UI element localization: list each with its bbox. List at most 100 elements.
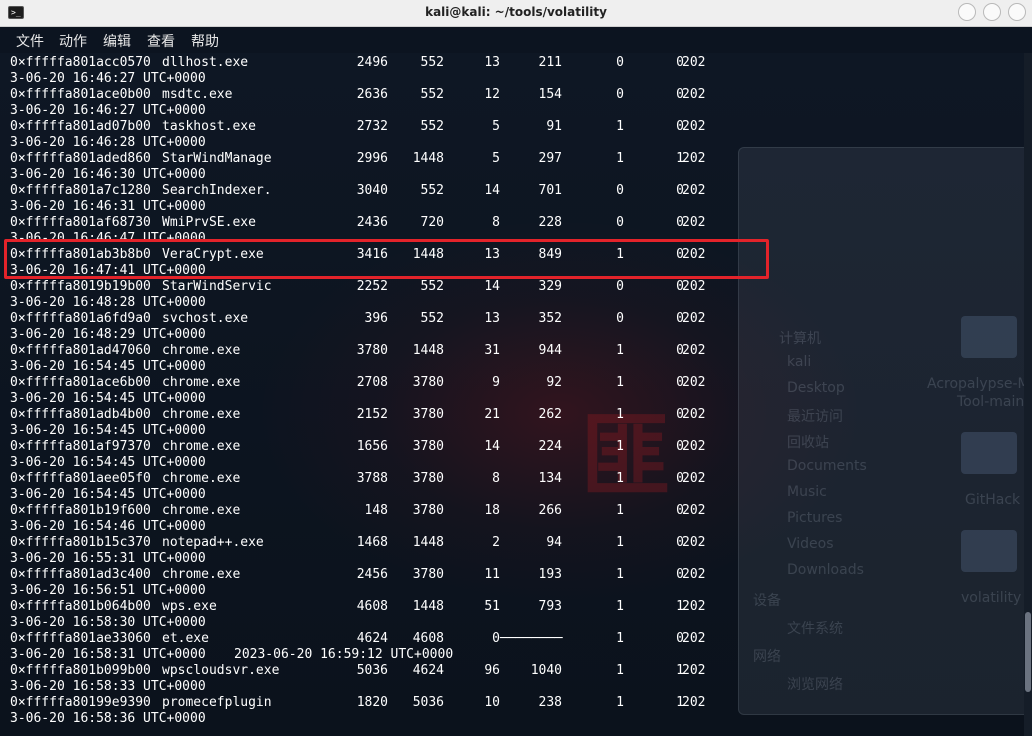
process-name: chrome.exe: [162, 407, 241, 422]
process-start-time: 3-06-20 16:55:31 UTC+0000: [10, 551, 206, 566]
process-pid: 2496: [356, 55, 388, 70]
window-title: kali@kali: ~/tools/volatility: [425, 5, 607, 19]
process-threads: 5: [492, 151, 500, 166]
process-start-prefix: 202: [682, 407, 706, 422]
process-threads: 0: [492, 631, 500, 646]
process-session: 1: [616, 375, 624, 390]
process-start-prefix: 202: [682, 215, 706, 230]
process-threads: 14: [484, 183, 500, 198]
process-handles: 352: [538, 311, 562, 326]
process-handles: 211: [538, 55, 562, 70]
process-handles: 92: [546, 375, 562, 390]
process-wow64: 0: [676, 375, 684, 390]
process-wow64: 0: [676, 215, 684, 230]
bg-device-item: 文件系统: [787, 621, 843, 637]
process-offset: 0×fffffa801ace6b00: [10, 375, 151, 390]
process-threads: 13: [484, 311, 500, 326]
bg-sidebar-item: Desktop: [787, 380, 845, 396]
process-wow64: 0: [676, 311, 684, 326]
bg-folder-label: GitHack: [965, 492, 1021, 508]
process-threads: 51: [484, 599, 500, 614]
process-ppid: 552: [420, 55, 444, 70]
process-threads: 14: [484, 279, 500, 294]
maximize-button[interactable]: [983, 3, 1001, 21]
process-threads: 12: [484, 87, 500, 102]
process-start-prefix: 202: [682, 119, 706, 134]
menu-edit[interactable]: 编辑: [103, 31, 131, 51]
process-name: msdtc.exe: [162, 87, 233, 102]
process-name: et.exe: [162, 631, 209, 646]
menu-view[interactable]: 查看: [147, 31, 175, 51]
process-start-prefix: 202: [682, 631, 706, 646]
process-start-time: 3-06-20 16:54:46 UTC+0000: [10, 519, 206, 534]
menu-file[interactable]: 文件: [16, 31, 44, 51]
folder-icon: [961, 530, 1017, 572]
scrollbar-thumb[interactable]: [1025, 612, 1031, 692]
process-start-prefix: 202: [682, 439, 706, 454]
process-offset: 0×fffffa801b15c370: [10, 535, 151, 550]
process-ppid: 720: [420, 215, 444, 230]
process-start-time: 3-06-20 16:54:45 UTC+0000: [10, 391, 206, 406]
process-threads: 5: [492, 119, 500, 134]
process-start-prefix: 202: [682, 87, 706, 102]
process-pid: 3788: [356, 471, 388, 486]
process-wow64: 1: [676, 151, 684, 166]
close-button[interactable]: [1008, 3, 1026, 21]
process-wow64: 0: [676, 87, 684, 102]
process-offset: 0×fffffa801af97370: [10, 439, 151, 454]
process-name: SearchIndexer.: [162, 183, 272, 198]
process-wow64: 0: [676, 407, 684, 422]
process-wow64: 0: [676, 439, 684, 454]
menu-action[interactable]: 动作: [59, 31, 87, 51]
process-name: wpscloudsvr.exe: [162, 663, 280, 678]
process-pid: 4624: [356, 631, 388, 646]
process-pid: 3780: [356, 343, 388, 358]
process-handles: 154: [538, 87, 562, 102]
process-offset: 0×fffffa801a7c1280: [10, 183, 151, 198]
process-pid: 2152: [356, 407, 388, 422]
process-offset: 0×fffffa801a6fd9a0: [10, 311, 151, 326]
process-pid: 148: [364, 503, 388, 518]
process-wow64: 0: [676, 343, 684, 358]
process-ppid: 3780: [412, 375, 444, 390]
process-name: svchost.exe: [162, 311, 249, 326]
process-threads: 18: [484, 503, 500, 518]
process-pid: 1656: [356, 439, 388, 454]
process-handles: 297: [538, 151, 562, 166]
minimize-button[interactable]: [958, 3, 976, 21]
menu-help[interactable]: 帮助: [191, 31, 219, 51]
process-pid: 2996: [356, 151, 388, 166]
process-ppid: 552: [420, 311, 444, 326]
process-ppid: 3780: [412, 503, 444, 518]
process-pid: 3040: [356, 183, 388, 198]
process-threads: 9: [492, 375, 500, 390]
process-ppid: 5036: [412, 695, 444, 710]
process-session: 0: [616, 183, 624, 198]
process-start-prefix: 202: [682, 343, 706, 358]
process-pid: 4608: [356, 599, 388, 614]
process-threads: 2: [492, 535, 500, 550]
process-ppid: 1448: [412, 151, 444, 166]
process-threads: 96: [484, 663, 500, 678]
process-start-time: 3-06-20 16:46:31 UTC+0000: [10, 199, 206, 214]
process-exit-time: 2023-06-20 16:59:12 UTC+0000: [234, 647, 454, 662]
bg-sidebar-item: Videos: [787, 536, 834, 552]
process-wow64: 1: [676, 663, 684, 678]
process-ppid: 552: [420, 87, 444, 102]
process-start-prefix: 202: [682, 695, 706, 710]
process-start-time: 3-06-20 16:58:33 UTC+0000: [10, 679, 206, 694]
process-session: 0: [616, 87, 624, 102]
process-ppid: 4624: [412, 663, 444, 678]
process-wow64: 0: [676, 567, 684, 582]
process-offset: 0×fffffa801aded860: [10, 151, 151, 166]
process-threads: 21: [484, 407, 500, 422]
bg-sidebar-item: kali: [787, 354, 812, 370]
process-threads: 8: [492, 215, 500, 230]
bg-sidebar-item: 计算机: [779, 331, 821, 347]
process-start-time: 3-06-20 16:48:29 UTC+0000: [10, 327, 206, 342]
folder-icon: [961, 316, 1017, 358]
process-wow64: 1: [676, 695, 684, 710]
window-titlebar: >_ kali@kali: ~/tools/volatility: [0, 0, 1032, 27]
process-session: 1: [616, 471, 624, 486]
process-handles: 266: [538, 503, 562, 518]
